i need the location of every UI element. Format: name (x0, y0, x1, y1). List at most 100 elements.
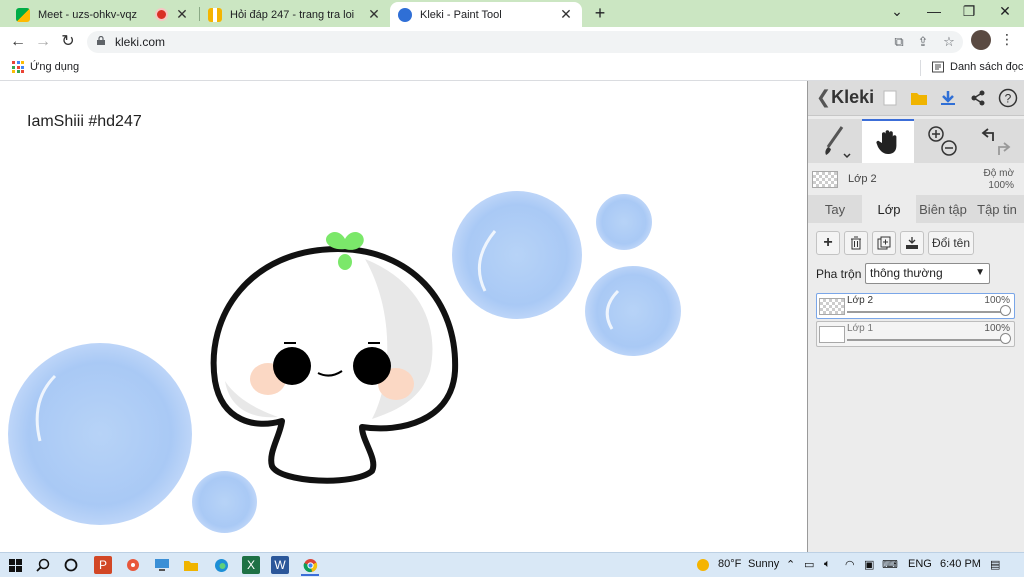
powerpoint-icon[interactable]: P (94, 556, 112, 574)
brush-icon (825, 126, 851, 159)
monitor-icon[interactable] (153, 556, 171, 574)
new-tab-button[interactable]: + (590, 3, 610, 24)
layer-thumbnail (812, 171, 838, 188)
browser-tab-strip: Meet - uzs-ohkv-vqz ✕ Hỏi đáp 247 - tran… (0, 0, 1024, 27)
windows-taskbar: P X W 80°F Sunny ⌃ ▭ 🔈︎ ◠ ▣ ⌨ ENG 6:40 P… (0, 552, 1024, 577)
tab-search-icon[interactable]: ⌄ (885, 3, 909, 20)
layer-item-lop-1[interactable]: Lớp 1 100% (816, 321, 1015, 347)
tab-lop[interactable]: Lớp (862, 195, 916, 223)
apps-icon[interactable] (12, 61, 24, 73)
media-player-icon[interactable] (124, 556, 142, 574)
brush-tool[interactable] (808, 119, 860, 163)
tool-bar (808, 119, 1024, 163)
share-icon[interactable]: ⇪ (915, 34, 931, 50)
drawing-canvas[interactable]: IamShiii #hd247 (0, 81, 807, 552)
url-text: kleki.com (115, 35, 166, 49)
recording-icon (155, 8, 168, 21)
address-bar[interactable]: kleki.com ⧉ ⇪ ☆ (87, 31, 963, 53)
share-icon[interactable] (966, 86, 990, 110)
bubble-highlight (35, 374, 57, 442)
tab-tap-tin[interactable]: Tập tin (970, 195, 1024, 223)
undo-redo-tool[interactable] (970, 119, 1022, 163)
translate-icon[interactable]: ⧉ (891, 34, 907, 50)
merge-down-button[interactable] (900, 231, 924, 255)
trash-icon (851, 236, 861, 250)
blend-mode-select[interactable]: thông thường ▼ (865, 263, 990, 284)
clock-time[interactable]: 6:40 PM (940, 558, 981, 570)
help-icon[interactable]: ? (996, 86, 1020, 110)
tab-title: Kleki - Paint Tool (420, 8, 502, 21)
bubble-highlight (605, 289, 620, 330)
layer-name: Lớp 2 (847, 295, 874, 306)
search-icon[interactable] (34, 556, 52, 574)
chrome-icon[interactable] (301, 556, 319, 576)
notification-icon[interactable]: ▤ (990, 558, 1000, 571)
close-icon[interactable]: ✕ (366, 6, 382, 23)
tray-chevron-up-icon[interactable]: ⌃ (786, 558, 795, 571)
bookmark-star-icon[interactable]: ☆ (941, 34, 957, 50)
windows-start-icon[interactable] (6, 556, 24, 574)
svg-text:?: ? (1005, 92, 1012, 106)
layer-opacity-slider[interactable] (847, 339, 1006, 341)
window-close-icon[interactable]: ✕ (993, 3, 1017, 20)
avatar[interactable] (971, 30, 991, 50)
save-folder-icon[interactable] (907, 86, 931, 110)
divider (920, 60, 921, 76)
close-icon[interactable]: ✕ (558, 6, 574, 23)
merge-down-icon (906, 237, 918, 249)
layer-thumbnail (819, 326, 845, 343)
hand-icon (876, 130, 897, 154)
language-indicator[interactable]: ENG (908, 558, 932, 570)
cortana-icon[interactable] (62, 556, 80, 574)
tab-bien-tap[interactable]: Biên tập (916, 195, 970, 223)
kleki-logo[interactable]: ❮Kleki (816, 87, 874, 108)
apps-link[interactable]: Ứng dụng (30, 61, 79, 73)
hand-tool[interactable] (862, 119, 914, 163)
delete-layer-button[interactable] (844, 231, 868, 255)
slider-handle[interactable] (1000, 333, 1011, 344)
rename-layer-button[interactable]: Đổi tên (928, 231, 974, 255)
plus-icon: + (823, 234, 833, 251)
zoom-tool[interactable] (916, 119, 968, 163)
back-icon[interactable]: ← (7, 31, 29, 53)
edge-icon[interactable] (212, 556, 230, 574)
tab-title: Meet - uzs-ohkv-vqz (38, 8, 138, 21)
wifi-icon[interactable]: ◠ (845, 558, 855, 571)
tab-meet[interactable]: Meet - uzs-ohkv-vqz ✕ (8, 2, 198, 27)
forward-icon[interactable]: → (32, 31, 54, 53)
add-layer-button[interactable]: + (816, 231, 840, 255)
meet-now-icon[interactable]: ▣ (864, 558, 874, 571)
weather-temp[interactable]: 80°F (718, 558, 741, 570)
word-icon[interactable]: W (271, 556, 289, 574)
layer-item-lop-2[interactable]: Lớp 2 100% (816, 293, 1015, 319)
battery-icon[interactable]: ▭ (804, 558, 814, 571)
excel-icon[interactable]: X (242, 556, 260, 574)
sprout-shape (338, 254, 352, 270)
keyboard-icon[interactable]: ⌨ (882, 558, 898, 571)
minimize-icon[interactable]: — (922, 3, 946, 19)
character-drawing (35, 230, 620, 484)
duplicate-layer-button[interactable] (872, 231, 896, 255)
download-icon[interactable] (936, 86, 960, 110)
weather-condition[interactable]: Sunny (748, 558, 779, 570)
tab-hoidap[interactable]: Hỏi đáp 247 - trang tra loi ✕ (200, 2, 390, 27)
reading-list-link[interactable]: Danh sách đọc (950, 61, 1023, 73)
reload-icon[interactable]: ↻ (57, 31, 79, 53)
browser-menu-icon[interactable]: ⋮ (1000, 31, 1014, 48)
slider-handle[interactable] (1000, 305, 1011, 316)
restore-icon[interactable]: ❐ (957, 3, 981, 20)
panel-tabs: Tay Lớp Biên tập Tập tin (808, 195, 1024, 223)
new-image-icon[interactable] (878, 86, 902, 110)
chevron-down-icon: ▼ (975, 267, 985, 278)
bookmarks-bar: Ứng dụng Danh sách đọc (0, 56, 1024, 81)
file-explorer-icon[interactable] (182, 556, 200, 574)
tab-kleki[interactable]: Kleki - Paint Tool ✕ (390, 2, 582, 27)
lock-icon (97, 36, 105, 45)
browser-toolbar: ← → ↻ kleki.com ⧉ ⇪ ☆ ⋮ (0, 27, 1024, 56)
close-icon[interactable]: ✕ (174, 6, 190, 23)
tab-title: Hỏi đáp 247 - trang tra loi (230, 8, 355, 21)
tab-tay[interactable]: Tay (808, 195, 862, 223)
layer-opacity-slider[interactable] (847, 311, 1006, 313)
eye-shape (273, 347, 311, 385)
volume-icon[interactable]: 🔈︎ (824, 558, 831, 571)
